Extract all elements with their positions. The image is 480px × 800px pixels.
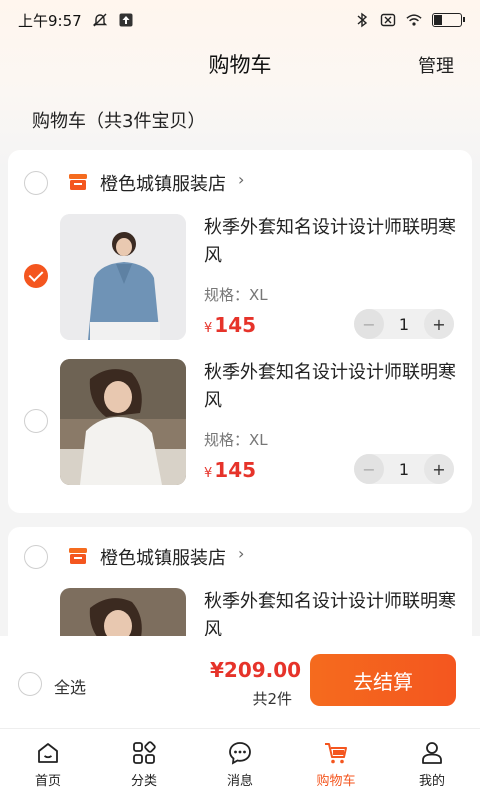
item-checkbox[interactable] xyxy=(24,264,48,288)
product-image[interactable] xyxy=(60,359,186,485)
product-price: ¥145 xyxy=(204,458,256,482)
tab-messages[interactable]: 消息 xyxy=(192,729,288,800)
store-name[interactable]: 橙色城镇服装店 xyxy=(100,170,226,196)
checkout-button[interactable]: 去结算 xyxy=(310,654,456,706)
decrease-button[interactable]: − xyxy=(354,309,384,339)
product-spec[interactable]: 规格：XL xyxy=(204,429,268,450)
increase-button[interactable]: + xyxy=(424,454,454,484)
price-value: 145 xyxy=(214,458,257,482)
product-title[interactable]: 秋季外套知名设计设计师联明寒风 xyxy=(204,214,460,270)
message-icon xyxy=(229,742,251,765)
tab-label: 我的 xyxy=(418,774,445,789)
battery-icon xyxy=(432,13,465,27)
currency-symbol: ¥ xyxy=(204,321,213,336)
tab-profile[interactable]: 我的 xyxy=(384,729,480,800)
currency-symbol: ¥ xyxy=(204,466,213,481)
tab-label: 首页 xyxy=(34,774,61,789)
tab-bar: 首页 分类 消息 购物车 我的 xyxy=(0,728,480,800)
product-spec[interactable]: 规格：XL xyxy=(204,284,268,305)
product-image[interactable] xyxy=(60,214,186,340)
store-card: 橙色城镇服装店 › 秋季外套知名设计设计师联明寒风 规格：XL ¥145 − 1… xyxy=(8,150,472,513)
store-icon xyxy=(69,548,87,564)
quantity-value[interactable]: 1 xyxy=(399,460,409,479)
nav-bar: 购物车 管理 xyxy=(0,40,480,88)
bluetooth-icon xyxy=(354,12,370,28)
select-all-checkbox[interactable] xyxy=(18,672,42,696)
quantity-stepper: − 1 + xyxy=(354,309,454,339)
checkout-bar: 全选 ¥209.00 共2件 去结算 xyxy=(0,636,480,728)
category-icon xyxy=(133,741,156,764)
total-count: 共2件 xyxy=(252,690,292,708)
store-checkbox[interactable] xyxy=(24,171,48,195)
store-card: 橙色城镇服装店 › 秋季外套知名设计设计师联明寒风 xyxy=(8,527,472,647)
decrease-button[interactable]: − xyxy=(354,454,384,484)
sim-off-icon xyxy=(380,12,396,28)
store-icon xyxy=(69,174,87,190)
home-icon xyxy=(38,743,58,763)
tab-home[interactable]: 首页 xyxy=(0,729,96,800)
store-name[interactable]: 橙色城镇服装店 xyxy=(100,544,226,570)
status-bar: 上午9:57 xyxy=(0,0,480,40)
tab-label: 分类 xyxy=(130,774,157,789)
wifi-icon xyxy=(406,12,422,28)
total-price: ¥209.00 xyxy=(210,658,302,682)
cart-icon xyxy=(325,743,347,764)
tab-label: 购物车 xyxy=(316,774,356,789)
profile-icon xyxy=(422,742,442,764)
quantity-stepper: − 1 + xyxy=(354,454,454,484)
upload-icon xyxy=(118,12,134,28)
tab-cart[interactable]: 购物车 xyxy=(288,729,384,800)
tab-label: 消息 xyxy=(226,774,253,789)
select-all-label[interactable]: 全选 xyxy=(54,674,86,698)
page-title: 购物车 xyxy=(208,53,272,77)
mute-icon xyxy=(92,12,108,28)
cart-count-heading: 购物车（共3件宝贝） xyxy=(32,111,206,132)
product-price: ¥145 xyxy=(204,313,256,337)
item-checkbox[interactable] xyxy=(24,409,48,433)
chevron-right-icon[interactable]: › xyxy=(238,544,244,563)
increase-button[interactable]: + xyxy=(424,309,454,339)
status-time: 上午9:57 xyxy=(18,11,82,30)
product-title[interactable]: 秋季外套知名设计设计师联明寒风 xyxy=(204,359,460,415)
price-value: 145 xyxy=(214,313,257,337)
chevron-right-icon[interactable]: › xyxy=(238,170,244,189)
tab-category[interactable]: 分类 xyxy=(96,729,192,800)
manage-button[interactable]: 管理 xyxy=(418,52,454,78)
quantity-value[interactable]: 1 xyxy=(399,315,409,334)
store-checkbox[interactable] xyxy=(24,545,48,569)
